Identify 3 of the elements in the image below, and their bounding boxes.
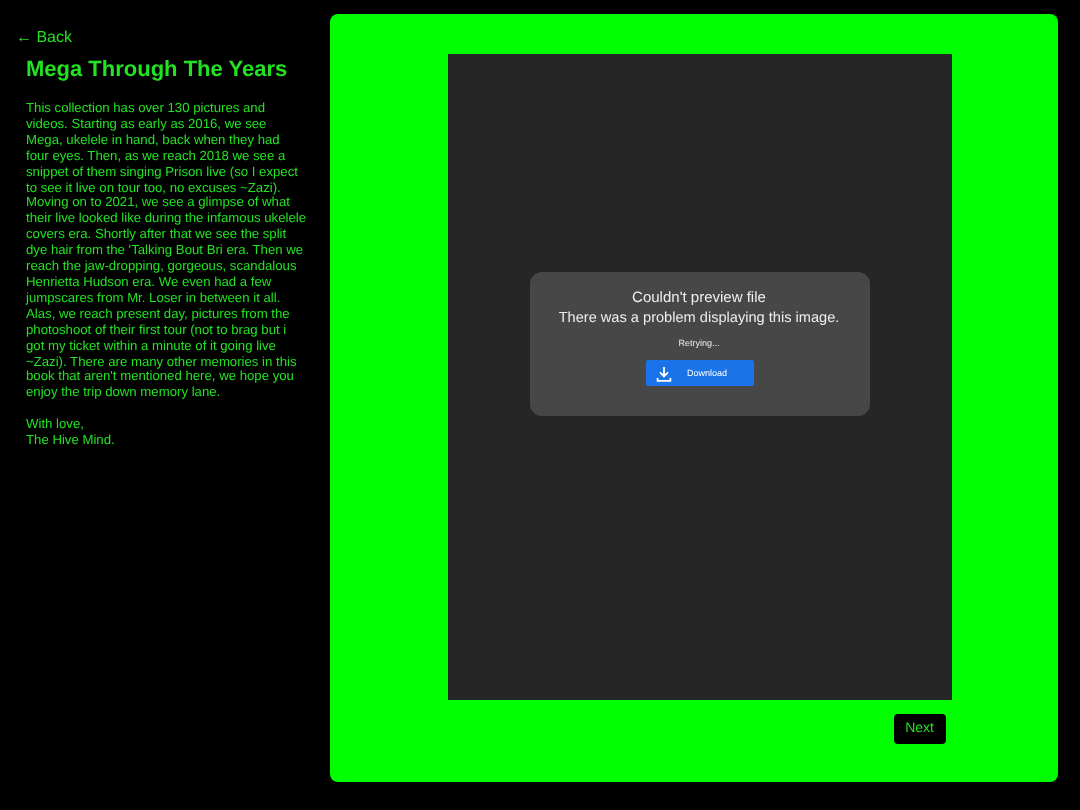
download-icon <box>655 365 671 381</box>
back-link[interactable]: ← Back <box>16 28 73 46</box>
album-title: Mega Through The Years <box>26 58 290 82</box>
